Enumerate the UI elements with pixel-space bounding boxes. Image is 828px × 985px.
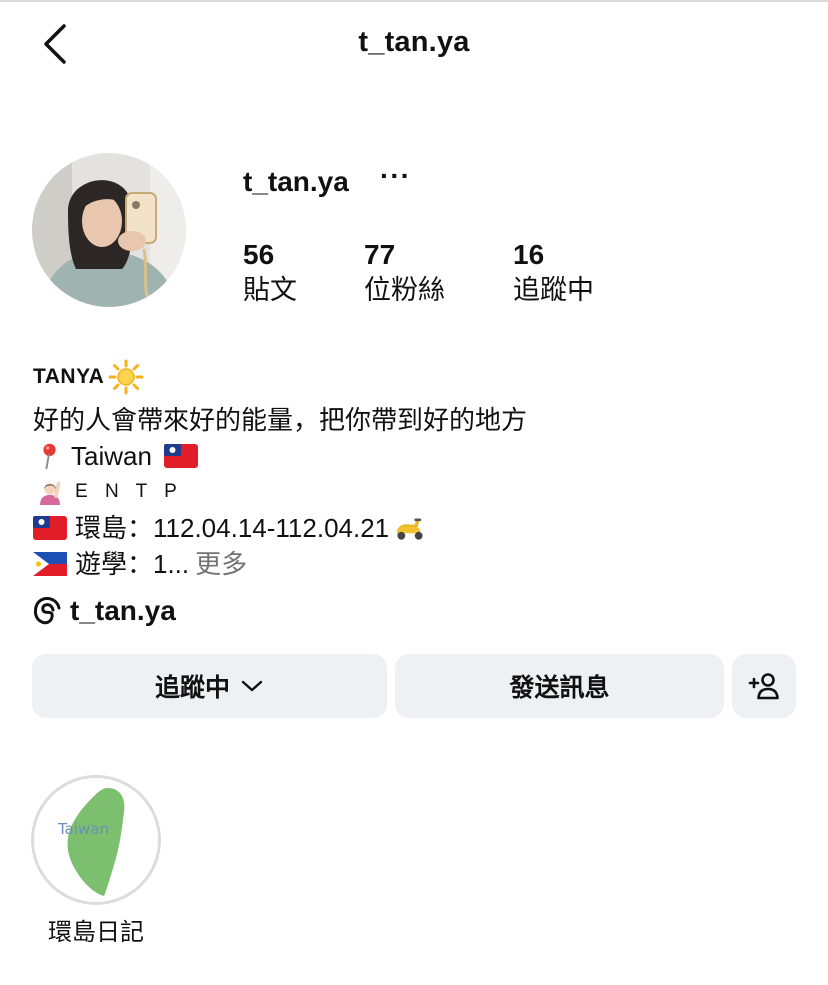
bio-mbti: E N T P	[75, 481, 183, 502]
bio-line: Taiwan	[33, 438, 793, 474]
sun-icon	[108, 359, 144, 395]
add-person-button[interactable]	[732, 654, 796, 718]
posts-label: 貼文	[243, 275, 297, 305]
philippines-flag-icon	[33, 552, 67, 576]
add-person-icon	[748, 673, 779, 700]
threads-handle: t_tan.ya	[70, 595, 176, 626]
bio-line: 好的人會帶來好的能量，把你帶到好的地方	[33, 402, 793, 438]
bio-name: TANYA	[33, 365, 105, 388]
stat-following[interactable]: 16 追蹤中	[513, 238, 594, 308]
bio-line: 遊學：1... 更多	[33, 546, 793, 582]
taiwan-flag-icon	[163, 444, 198, 468]
message-button-label: 發送訊息	[509, 674, 610, 702]
more-options-button[interactable]: ···	[380, 160, 411, 192]
bio-text: 好的人會帶來好的能量，把你帶到好的地方	[33, 405, 528, 435]
profile-photo	[32, 153, 186, 307]
following-count: 16	[513, 239, 545, 270]
more-link[interactable]: 更多	[195, 546, 247, 582]
highlight-cover-text: Taiwan	[57, 820, 109, 838]
bio-line: 環島：112.04.14-112.04.21	[33, 510, 793, 546]
scooter-icon	[397, 518, 423, 540]
following-label: 追蹤中	[513, 275, 594, 305]
raising-hand-icon	[40, 481, 61, 505]
highlight-cover[interactable]: Taiwan	[31, 775, 161, 905]
threads-icon	[33, 596, 61, 625]
followers-count: 77	[364, 239, 396, 270]
avatar[interactable]	[32, 153, 186, 307]
chevron-down-icon	[241, 680, 263, 692]
bio-study: 遊學：1...	[75, 549, 190, 579]
following-button-label: 追蹤中	[154, 674, 230, 702]
taiwan-map-icon: Taiwan	[57, 788, 125, 896]
highlight-title: 環島日記	[48, 919, 144, 946]
message-button[interactable]: 發送訊息	[395, 654, 724, 718]
taiwan-flag-icon	[33, 516, 67, 540]
bio: TANYA 好的人會帶來好的能量，把你帶到好的地方 Taiwan E N T P…	[33, 359, 793, 582]
bio-location: Taiwan	[71, 441, 152, 471]
profile-username: t_tan.ya	[243, 166, 349, 197]
bio-trip: 環島：112.04.14-112.04.21	[75, 513, 390, 543]
top-divider	[0, 0, 828, 2]
pin-icon	[43, 443, 56, 469]
posts-count: 56	[243, 239, 275, 270]
page-title: t_tan.ya	[358, 26, 470, 58]
bio-name-row: TANYA	[33, 359, 793, 395]
bio-line: E N T P	[33, 474, 793, 510]
stat-posts[interactable]: 56 貼文	[243, 238, 297, 308]
stat-followers[interactable]: 77 位粉絲	[364, 238, 445, 308]
following-button[interactable]: 追蹤中	[32, 654, 387, 718]
followers-label: 位粉絲	[364, 275, 445, 305]
threads-link[interactable]: t_tan.ya	[33, 595, 176, 627]
